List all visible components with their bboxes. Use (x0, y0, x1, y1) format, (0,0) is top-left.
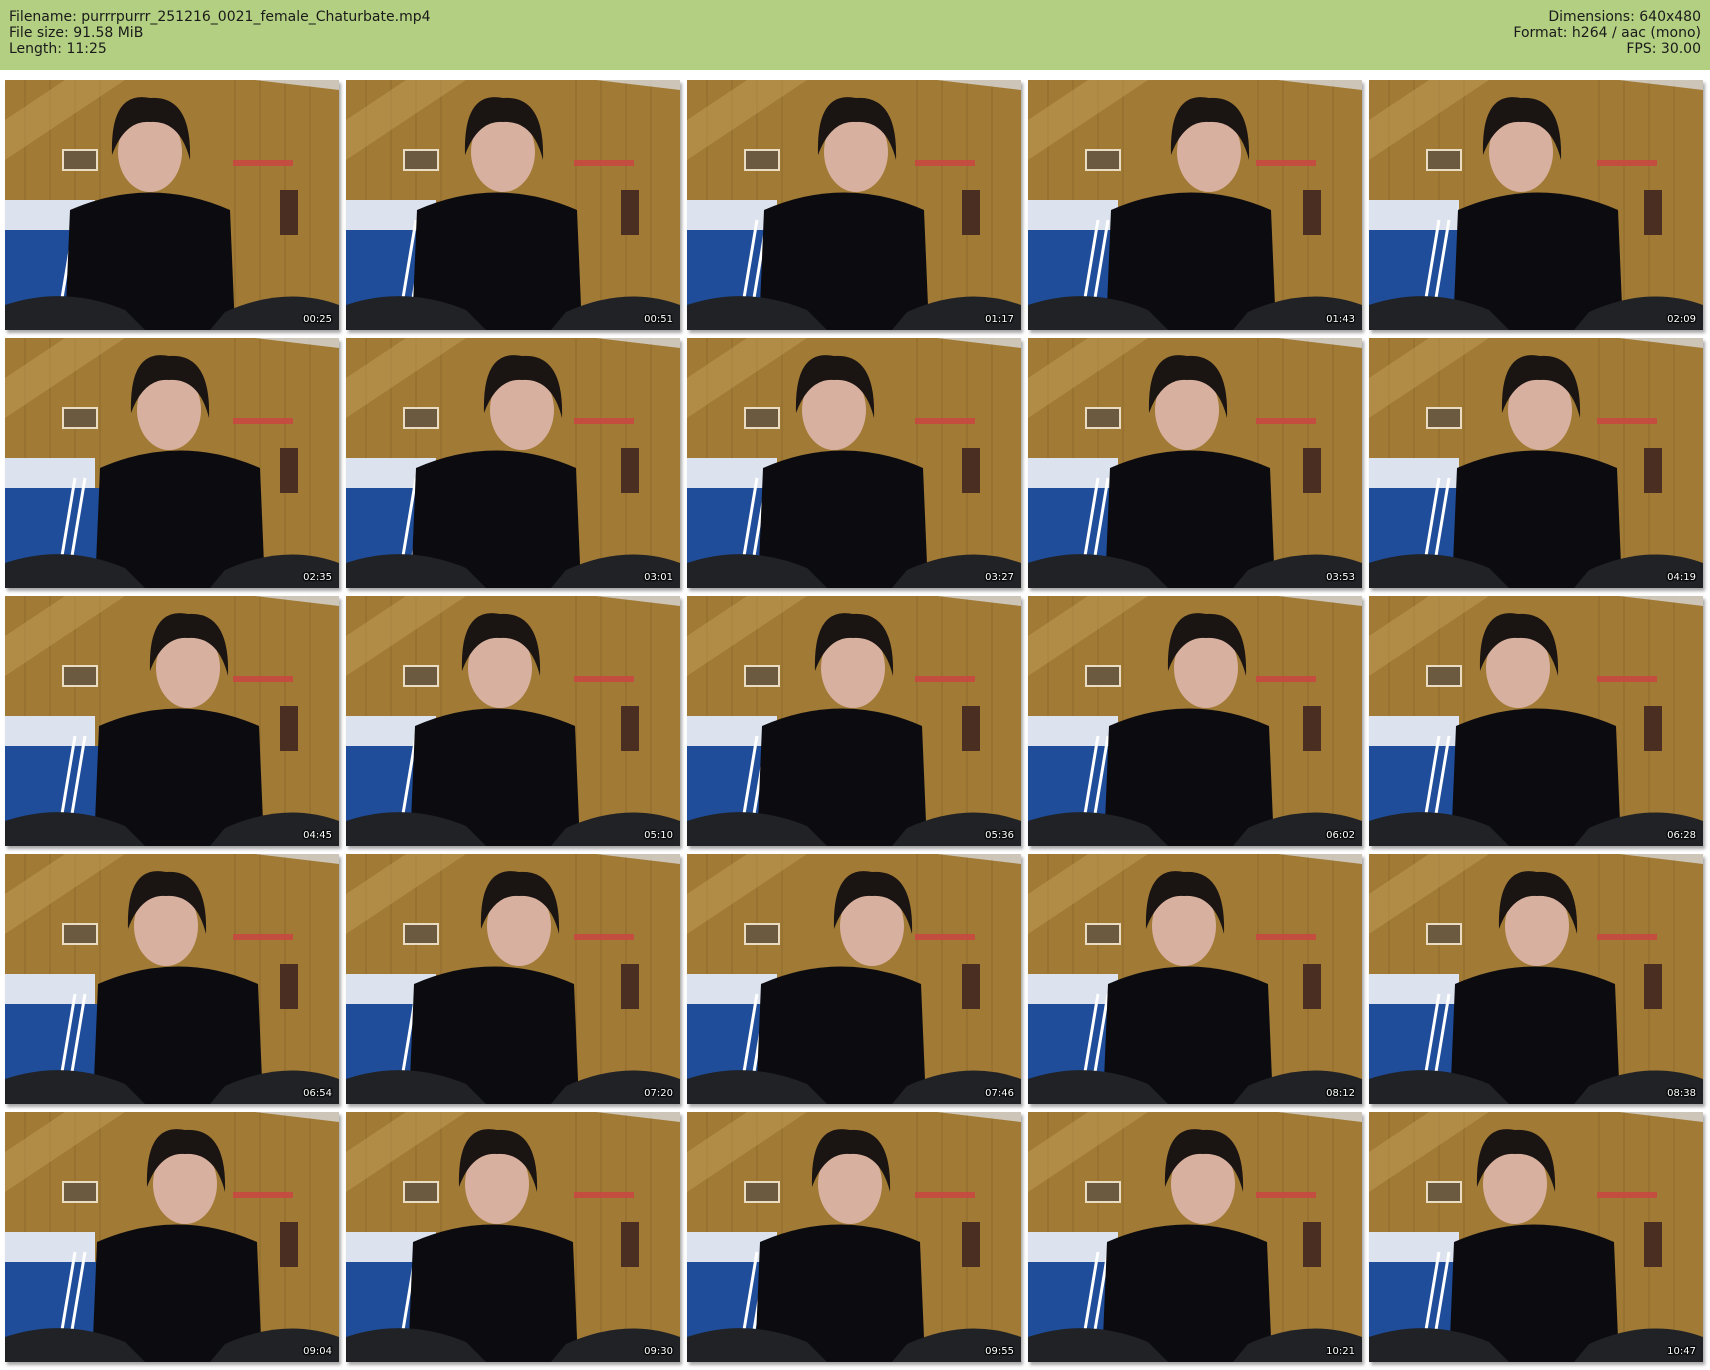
video-frame-thumbnail[interactable]: 00:51 (346, 80, 680, 330)
video-frame-thumbnail[interactable]: 07:20 (346, 854, 680, 1104)
frame-image (346, 854, 680, 1104)
frame-image (1369, 596, 1703, 846)
frame-image (1028, 596, 1362, 846)
video-frame-thumbnail[interactable]: 09:30 (346, 1112, 680, 1362)
frame-timestamp: 07:20 (644, 1088, 673, 1099)
frame-timestamp: 03:27 (985, 572, 1014, 583)
video-frame-thumbnail[interactable]: 01:43 (1028, 80, 1362, 330)
frame-image (5, 338, 339, 588)
frame-image (346, 1112, 680, 1362)
frame-timestamp: 00:25 (303, 314, 332, 325)
frame-timestamp: 07:46 (985, 1088, 1014, 1099)
video-frame-thumbnail[interactable]: 06:54 (5, 854, 339, 1104)
video-frame-thumbnail[interactable]: 07:46 (687, 854, 1021, 1104)
video-frame-thumbnail[interactable]: 05:10 (346, 596, 680, 846)
video-frame-thumbnail[interactable]: 09:04 (5, 1112, 339, 1362)
frame-timestamp: 10:47 (1667, 1346, 1696, 1357)
video-frame-thumbnail[interactable]: 10:21 (1028, 1112, 1362, 1362)
filename-label: Filename: purrrpurrr_251216_0021_female_… (9, 9, 431, 25)
frame-image (1028, 80, 1362, 330)
video-frame-thumbnail[interactable]: 08:12 (1028, 854, 1362, 1104)
frame-image (5, 596, 339, 846)
video-frame-thumbnail[interactable]: 08:38 (1369, 854, 1703, 1104)
video-frame-thumbnail[interactable]: 03:27 (687, 338, 1021, 588)
frame-timestamp: 02:35 (303, 572, 332, 583)
frame-image (687, 80, 1021, 330)
frame-image (687, 338, 1021, 588)
frame-timestamp: 05:36 (985, 830, 1014, 841)
frame-timestamp: 08:12 (1326, 1088, 1355, 1099)
frame-timestamp: 03:53 (1326, 572, 1355, 583)
frame-image (5, 854, 339, 1104)
video-frame-thumbnail[interactable]: 03:53 (1028, 338, 1362, 588)
frame-timestamp: 04:45 (303, 830, 332, 841)
metadata-left-column: Filename: purrrpurrr_251216_0021_female_… (9, 9, 431, 57)
frame-image (5, 1112, 339, 1362)
video-frame-thumbnail[interactable]: 02:35 (5, 338, 339, 588)
frame-timestamp: 06:28 (1667, 830, 1696, 841)
length-label: Length: 11:25 (9, 41, 107, 57)
thumbnail-grid: 00:25 00:51 01:17 01:43 02:09 02:35 03:01 03:27… (5, 80, 1705, 1365)
video-frame-thumbnail[interactable]: 05:36 (687, 596, 1021, 846)
frame-timestamp: 01:43 (1326, 314, 1355, 325)
frame-timestamp: 00:51 (644, 314, 673, 325)
frame-timestamp: 09:55 (985, 1346, 1014, 1357)
frame-timestamp: 10:21 (1326, 1346, 1355, 1357)
video-frame-thumbnail[interactable]: 06:02 (1028, 596, 1362, 846)
frame-timestamp: 04:19 (1667, 572, 1696, 583)
frame-image (1028, 338, 1362, 588)
video-frame-thumbnail[interactable]: 02:09 (1369, 80, 1703, 330)
frame-image (346, 596, 680, 846)
frame-timestamp: 06:02 (1326, 830, 1355, 841)
frame-timestamp: 06:54 (303, 1088, 332, 1099)
frame-image (687, 1112, 1021, 1362)
video-frame-thumbnail[interactable]: 01:17 (687, 80, 1021, 330)
frame-image (1369, 854, 1703, 1104)
frame-image (346, 338, 680, 588)
frame-timestamp: 08:38 (1667, 1088, 1696, 1099)
fps-label: FPS: 30.00 (1626, 41, 1701, 57)
frame-timestamp: 09:30 (644, 1346, 673, 1357)
video-frame-thumbnail[interactable]: 03:01 (346, 338, 680, 588)
video-frame-thumbnail[interactable]: 10:47 (1369, 1112, 1703, 1362)
frame-image (1369, 80, 1703, 330)
frame-timestamp: 01:17 (985, 314, 1014, 325)
filesize-label: File size: 91.58 MiB (9, 25, 144, 41)
frame-timestamp: 05:10 (644, 830, 673, 841)
video-frame-thumbnail[interactable]: 04:45 (5, 596, 339, 846)
metadata-right-column: Dimensions: 640x480 Format: h264 / aac (… (1513, 9, 1701, 57)
format-label: Format: h264 / aac (mono) (1513, 25, 1701, 41)
video-frame-thumbnail[interactable]: 04:19 (1369, 338, 1703, 588)
frame-image (346, 80, 680, 330)
video-frame-thumbnail[interactable]: 06:28 (1369, 596, 1703, 846)
frame-image (687, 596, 1021, 846)
metadata-header: Filename: purrrpurrr_251216_0021_female_… (0, 0, 1710, 70)
video-frame-thumbnail[interactable]: 09:55 (687, 1112, 1021, 1362)
dimensions-label: Dimensions: 640x480 (1548, 9, 1701, 25)
frame-image (687, 854, 1021, 1104)
frame-timestamp: 02:09 (1667, 314, 1696, 325)
frame-image (5, 80, 339, 330)
frame-timestamp: 03:01 (644, 572, 673, 583)
frame-image (1369, 338, 1703, 588)
frame-image (1028, 1112, 1362, 1362)
frame-image (1369, 1112, 1703, 1362)
video-frame-thumbnail[interactable]: 00:25 (5, 80, 339, 330)
frame-image (1028, 854, 1362, 1104)
frame-timestamp: 09:04 (303, 1346, 332, 1357)
